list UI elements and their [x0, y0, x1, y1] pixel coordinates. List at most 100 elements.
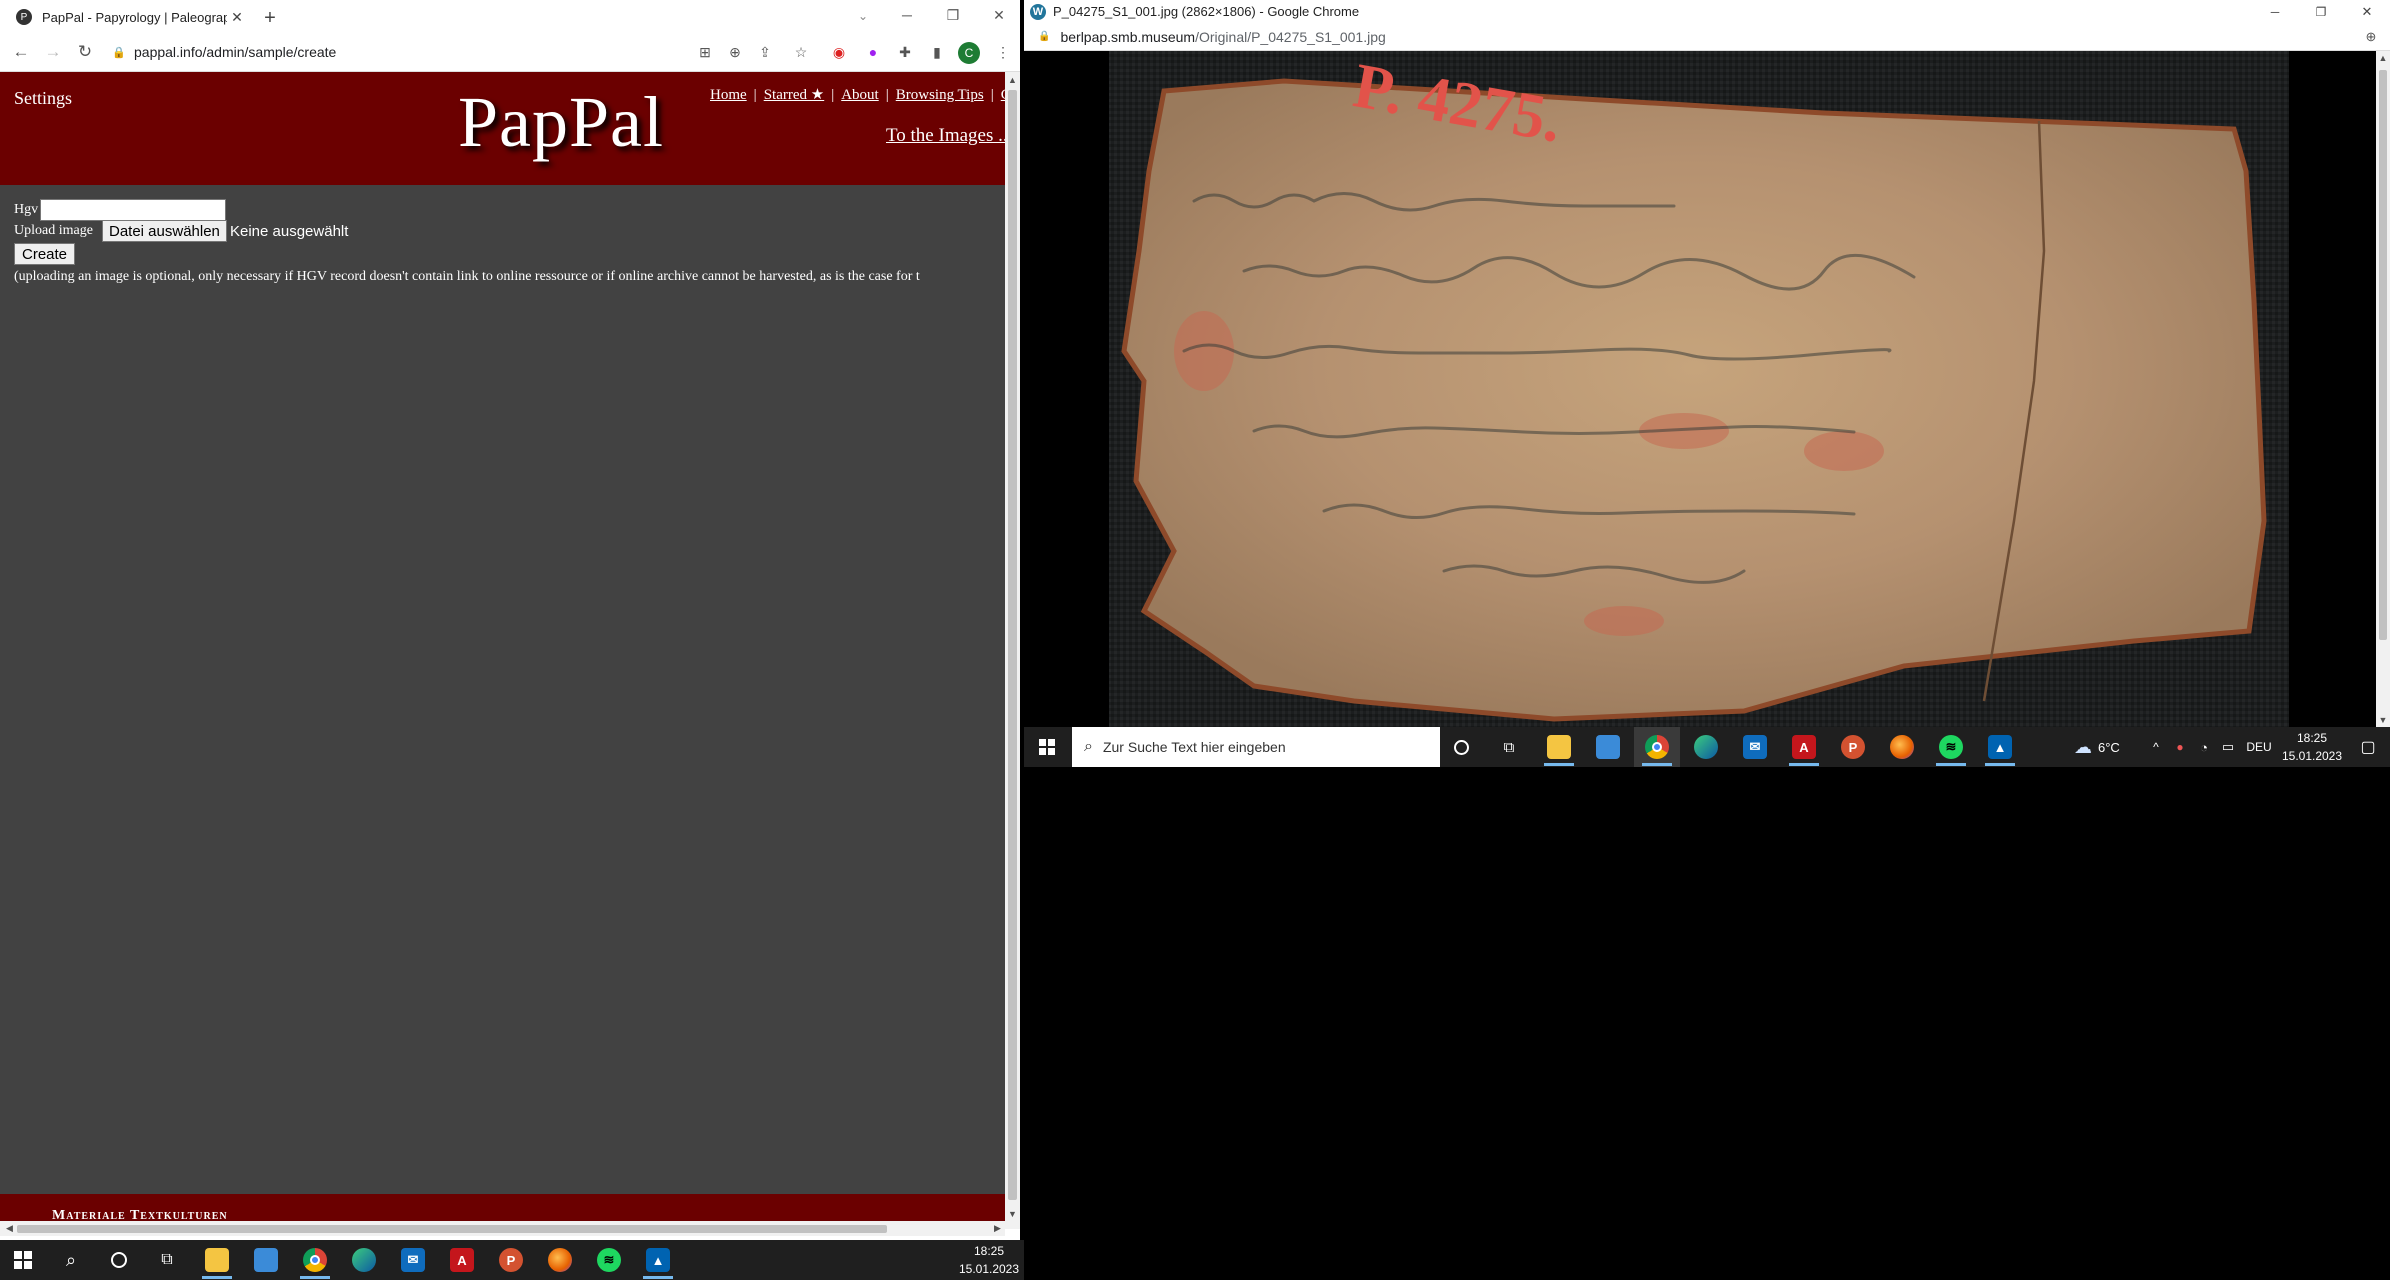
tab-title: PapPal - Papyrology | Paleograph — [42, 9, 227, 25]
firefox-icon[interactable] — [537, 1240, 583, 1280]
bookmark-star-icon[interactable]: ☆ — [788, 37, 814, 67]
start-icon[interactable] — [1024, 727, 1070, 767]
zoom-icon[interactable]: ⊕ — [2362, 28, 2380, 46]
reload-icon[interactable]: ↻ — [70, 37, 100, 67]
chrome-icon[interactable] — [1634, 727, 1680, 767]
scroll-up-icon[interactable]: ▲ — [1005, 72, 1020, 87]
ms-store-icon[interactable] — [243, 1240, 289, 1280]
cortana-icon[interactable] — [1438, 727, 1484, 767]
language-indicator[interactable]: DEU — [2240, 727, 2278, 767]
url-path: /Original/P_04275_S1_001.jpg — [1195, 28, 1386, 45]
photos-icon[interactable]: ▲ — [1977, 727, 2023, 767]
acrobat-icon[interactable]: A — [439, 1240, 485, 1280]
url-text: pappal.info/admin/sample/create — [134, 44, 337, 60]
scroll-down-icon[interactable]: ▼ — [1005, 1206, 1020, 1221]
edge-icon[interactable] — [1683, 727, 1729, 767]
vertical-scroll-thumb[interactable] — [1008, 90, 1017, 1200]
create-button[interactable]: Create — [14, 243, 76, 265]
cortana-icon[interactable] — [96, 1240, 142, 1280]
notification-icon[interactable]: ▢ — [2350, 727, 2386, 767]
hgv-label: Hgv — [14, 202, 39, 217]
spotify-icon[interactable]: ≋ — [1928, 727, 1974, 767]
task-view-icon[interactable]: ⧉ — [1486, 727, 1532, 767]
forward-icon[interactable]: → — [38, 37, 68, 67]
profile-avatar[interactable]: C — [958, 42, 980, 64]
image-viewer: P. 4275. — [1024, 51, 2376, 727]
to-images-link[interactable]: To the Images ... — [886, 125, 1005, 147]
ms-store-icon[interactable] — [1585, 727, 1631, 767]
tray-chevron-icon[interactable]: ^ — [2144, 727, 2168, 767]
nav-separator: | — [990, 87, 994, 103]
weather-widget[interactable]: ☁ 6°C — [2074, 727, 2120, 767]
photos-icon[interactable]: ▲ — [635, 1240, 681, 1280]
scroll-down-icon[interactable]: ▼ — [2376, 713, 2390, 727]
popup-address-bar[interactable]: 🔒 berlpap.smb.museum/Original/P_04275_S1… — [1024, 23, 2390, 51]
new-tab-button[interactable]: + — [256, 4, 284, 32]
popup-restore-button[interactable]: ❐ — [2298, 0, 2344, 23]
translate-icon[interactable]: ⊞ — [692, 37, 718, 67]
taskbar-search-box[interactable]: ⌕ Zur Suche Text hier eingeben — [1072, 727, 1440, 767]
network-icon[interactable]: ◔ — [2192, 727, 2216, 767]
file-explorer-icon[interactable] — [1536, 727, 1582, 767]
top-nav: Home|Starred ★|About|Browsing Tips|C — [710, 85, 1005, 104]
scroll-right-icon[interactable]: ▶ — [990, 1221, 1005, 1236]
powerpoint-icon[interactable]: P — [1830, 727, 1876, 767]
extension-purple-icon[interactable]: ● — [860, 37, 886, 67]
nav-separator: | — [753, 87, 757, 103]
onedrive-icon[interactable]: ● — [2168, 727, 2192, 767]
popup-close-button[interactable]: ✕ — [2344, 0, 2390, 23]
clock-left[interactable]: 18:25 15.01.2023 — [958, 1242, 1020, 1278]
chrome-icon[interactable] — [292, 1240, 338, 1280]
pappal-logo[interactable]: PapPal — [458, 72, 664, 172]
start-icon[interactable] — [0, 1240, 46, 1280]
extension-red-icon[interactable]: ◉ — [826, 37, 852, 67]
toolbar: ← → ↻ 🔒 pappal.info/admin/sample/create … — [0, 32, 1020, 72]
horizontal-scroll-thumb[interactable] — [17, 1225, 887, 1233]
ostracon-image[interactable]: P. 4275. — [1024, 51, 2376, 727]
mail-icon[interactable]: ✉ — [1732, 727, 1778, 767]
powerpoint-icon[interactable]: P — [488, 1240, 534, 1280]
nav-home[interactable]: Home — [710, 87, 747, 103]
upload-image-label: Upload image — [14, 223, 93, 238]
popup-minimize-button[interactable]: ─ — [2252, 0, 2298, 23]
close-tab-icon[interactable]: ✕ — [227, 9, 247, 26]
tab-pappal[interactable]: P PapPal - Papyrology | Paleograph ✕ — [4, 2, 247, 32]
restore-button[interactable]: ❐ — [930, 0, 976, 30]
nav-about[interactable]: About — [841, 87, 879, 103]
file-explorer-icon[interactable] — [194, 1240, 240, 1280]
popup-scroll-thumb[interactable] — [2379, 70, 2387, 640]
left-browser-window: P PapPal - Papyrology | Paleograph ✕ + ⌄… — [0, 0, 1020, 1240]
date: 15.01.2023 — [958, 1262, 1020, 1276]
clock-right[interactable]: 18:25 15.01.2023 — [2280, 729, 2344, 765]
cloud-icon: ☁ — [2074, 736, 2092, 757]
scroll-left-icon[interactable]: ◀ — [2, 1221, 17, 1236]
minimize-button[interactable]: ─ — [884, 0, 930, 30]
share-icon[interactable]: ⇪ — [752, 37, 778, 67]
zoom-icon[interactable]: ⊕ — [722, 37, 748, 67]
side-panel-icon[interactable]: ▮ — [924, 37, 950, 67]
tab-search-chevron-icon[interactable]: ⌄ — [848, 4, 878, 28]
spotify-icon[interactable]: ≋ — [586, 1240, 632, 1280]
edge-icon[interactable] — [341, 1240, 387, 1280]
nav-starred[interactable]: Starred ★ — [764, 87, 825, 103]
choose-file-button[interactable]: Datei auswählen — [102, 220, 227, 242]
scroll-up-icon[interactable]: ▲ — [2376, 51, 2390, 65]
nav-separator: | — [885, 87, 889, 103]
mail-icon[interactable]: ✉ — [390, 1240, 436, 1280]
tab-strip: P PapPal - Papyrology | Paleograph ✕ + ⌄… — [0, 0, 1020, 32]
settings-link[interactable]: Settings — [14, 88, 72, 109]
search-icon[interactable]: ⌕ — [48, 1240, 94, 1280]
time: 18:25 — [973, 1244, 1005, 1258]
battery-icon[interactable]: ▭ — [2216, 727, 2240, 767]
firefox-icon[interactable] — [1879, 727, 1925, 767]
task-view-icon[interactable]: ⧉ — [144, 1240, 190, 1280]
site-header: Settings PapPal Home | Starred ★ | About | Bro… — [0, 72, 1005, 185]
extensions-puzzle-icon[interactable]: ✚ — [892, 37, 918, 67]
back-icon[interactable]: ← — [6, 37, 36, 67]
menu-icon[interactable]: ⋮ — [990, 37, 1016, 67]
close-window-button[interactable]: ✕ — [976, 0, 1022, 30]
hgv-input[interactable] — [40, 199, 226, 221]
nav-browsing-tips[interactable]: Browsing Tips — [896, 87, 984, 103]
acrobat-icon[interactable]: A — [1781, 727, 1827, 767]
taskbar-left: ⌕ ⧉ ✉ A P ≋ ▲ 18:25 15.01.2023 — [0, 1240, 1024, 1280]
